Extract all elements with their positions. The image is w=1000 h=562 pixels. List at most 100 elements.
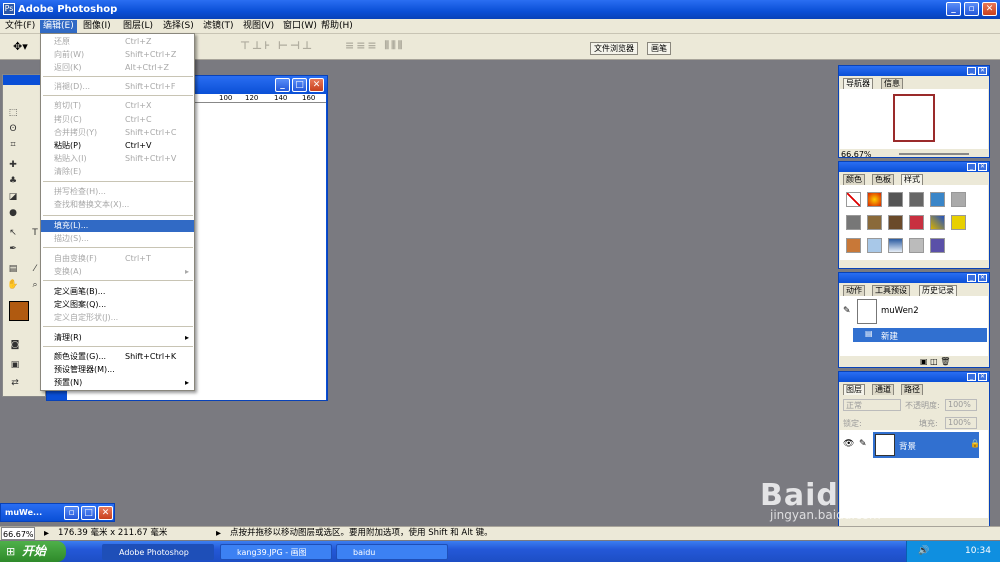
quickmask-icon[interactable]: ◙	[9, 339, 21, 351]
min-doc-close-button[interactable]: ✕	[98, 506, 113, 520]
edit-menu-item[interactable]: 粘贴(P) Ctrl+V	[41, 140, 194, 152]
edit-menu-item[interactable]: 粘贴入(I) Shift+Ctrl+V	[41, 153, 194, 165]
blur-tool-icon[interactable]: ●	[7, 207, 19, 219]
restore-button[interactable]: ▫	[964, 2, 979, 16]
move-tool-icon[interactable]: ✥▾	[13, 40, 28, 53]
tab-file-browser[interactable]: 文件浏览器	[590, 42, 638, 55]
task-baidu[interactable]: baidu	[336, 544, 448, 560]
doc-maximize-button[interactable]: □	[292, 78, 307, 92]
edit-menu-item[interactable]: 拼写检查(H)...	[41, 186, 194, 198]
screen-mode-icon[interactable]: ▣	[9, 359, 21, 371]
tab-layers[interactable]: 图层	[843, 384, 865, 395]
menu-select[interactable]: 选择(S)	[160, 20, 197, 33]
style-swatch[interactable]	[867, 238, 882, 253]
edit-menu-item[interactable]: 变换(A) ▸	[41, 266, 194, 278]
navigator-view-box[interactable]	[893, 94, 935, 142]
doc-minimize-button[interactable]: _	[275, 78, 290, 92]
menu-file[interactable]: 文件(F)	[2, 20, 38, 33]
edit-menu-item[interactable]: 拷贝(C) Ctrl+C	[41, 114, 194, 126]
distribute-buttons[interactable]: ≡≡≡ ⫴⫴⫴	[345, 39, 404, 53]
menu-help[interactable]: 帮助(H)	[318, 20, 356, 33]
tab-brushes[interactable]: 画笔	[647, 42, 671, 55]
style-swatch[interactable]	[867, 192, 882, 207]
tab-info[interactable]: 信息	[881, 78, 903, 89]
tab-styles[interactable]: 样式	[901, 174, 923, 185]
clock[interactable]: 10:34	[965, 546, 991, 556]
style-swatch[interactable]	[867, 215, 882, 230]
panel-close-icon[interactable]: ✕	[978, 67, 987, 75]
eye-icon[interactable]: 👁	[843, 439, 854, 449]
style-swatch[interactable]	[888, 192, 903, 207]
healing-tool-icon[interactable]: ✚	[7, 159, 19, 171]
history-brush-icon[interactable]: ✎	[843, 306, 851, 316]
snapshot-name[interactable]: muWen2	[881, 306, 919, 316]
panel-minimize-icon[interactable]: _	[967, 163, 976, 171]
tray-volume-icon[interactable]: 🔊	[918, 546, 929, 556]
opacity-input[interactable]: 100%	[945, 399, 977, 411]
navigator-zoom-slider[interactable]	[899, 153, 969, 155]
edit-menu-item[interactable]: 消褪(D)... Shift+Ctrl+F	[41, 81, 194, 93]
fill-input[interactable]: 100%	[945, 417, 977, 429]
edit-menu-item[interactable]: 自由变换(F) Ctrl+T	[41, 253, 194, 265]
task-photoshop[interactable]: Adobe Photoshop	[102, 544, 214, 560]
panel-minimize-icon[interactable]: _	[967, 373, 976, 381]
blend-mode-select[interactable]: 正常	[843, 399, 901, 411]
style-swatch[interactable]	[909, 215, 924, 230]
notes-tool-icon[interactable]: ▤	[7, 263, 19, 275]
status-zoom[interactable]: 66.67%	[1, 527, 35, 540]
style-swatch[interactable]	[846, 215, 861, 230]
style-swatch[interactable]	[909, 238, 924, 253]
minimize-button[interactable]: _	[946, 2, 961, 16]
style-swatch[interactable]	[951, 215, 966, 230]
path-select-tool-icon[interactable]: ↖	[7, 227, 19, 239]
style-swatch[interactable]	[846, 238, 861, 253]
edit-menu-item[interactable]: 描边(S)...	[41, 233, 194, 245]
style-swatch[interactable]	[930, 192, 945, 207]
hand-tool-icon[interactable]: ✋	[7, 279, 19, 291]
jump-to-imageready-icon[interactable]: ⇄	[9, 377, 21, 389]
style-swatch[interactable]	[951, 192, 966, 207]
edit-menu-item[interactable]: 定义画笔(B)...	[41, 286, 194, 298]
eraser-tool-icon[interactable]: ◪	[7, 191, 19, 203]
align-buttons[interactable]: ⊤⊥⊦ ⊢⊣⊥	[240, 39, 314, 52]
marquee-tool-icon[interactable]: ⬚	[7, 107, 19, 119]
edit-menu-item[interactable]: 返回(K) Alt+Ctrl+Z	[41, 62, 194, 74]
edit-menu-item[interactable]: 清理(R) ▸	[41, 332, 194, 344]
edit-menu-item[interactable]: 清除(E)	[41, 166, 194, 178]
style-swatch[interactable]	[930, 215, 945, 230]
menu-layer[interactable]: 图层(L)	[120, 20, 156, 33]
stamp-tool-icon[interactable]: ♣	[7, 175, 19, 187]
close-button[interactable]: ✕	[982, 2, 997, 16]
edit-menu-item[interactable]: 向前(W) Shift+Ctrl+Z	[41, 49, 194, 61]
pen-tool-icon[interactable]: ✒	[7, 243, 19, 255]
edit-menu-item[interactable]: 定义图案(Q)...	[41, 299, 194, 311]
style-swatch[interactable]	[888, 238, 903, 253]
tab-tool-presets[interactable]: 工具预设	[872, 285, 910, 296]
brush-link-icon[interactable]: ✎	[859, 439, 867, 449]
edit-menu-item[interactable]: 填充(L)...	[41, 220, 194, 232]
edit-menu-item[interactable]: 查找和替换文本(X)...	[41, 199, 194, 211]
panel-minimize-icon[interactable]: _	[967, 67, 976, 75]
layer-name[interactable]: 背景	[899, 440, 916, 452]
min-doc-maximize-button[interactable]: □	[81, 506, 96, 520]
edit-menu-item[interactable]: 颜色设置(G)... Shift+Ctrl+K	[41, 351, 194, 363]
crop-tool-icon[interactable]: ⌗	[7, 139, 19, 151]
tab-history[interactable]: 历史记录	[919, 285, 957, 296]
task-paint[interactable]: kang39.JPG - 画图	[220, 544, 332, 560]
minimized-document[interactable]: muWe... ▫ □ ✕	[0, 503, 115, 522]
panel-close-icon[interactable]: ✕	[978, 163, 987, 171]
menu-filter[interactable]: 滤镜(T)	[200, 20, 237, 33]
edit-menu-item[interactable]: 定义自定形状(J)...	[41, 312, 194, 324]
style-swatch[interactable]	[846, 192, 861, 207]
edit-menu-item[interactable]: 剪切(T) Ctrl+X	[41, 100, 194, 112]
style-swatch[interactable]	[909, 192, 924, 207]
style-swatch[interactable]	[930, 238, 945, 253]
foreground-color[interactable]	[9, 301, 29, 321]
lasso-tool-icon[interactable]: ʘ	[7, 123, 19, 135]
navigator-zoom[interactable]: 66.67%	[841, 150, 872, 159]
style-swatch[interactable]	[888, 215, 903, 230]
menu-edit[interactable]: 编辑(E)	[40, 20, 77, 33]
min-doc-restore-button[interactable]: ▫	[64, 506, 79, 520]
doc-close-button[interactable]: ✕	[309, 78, 324, 92]
doc-info-arrow-icon[interactable]: ▸	[44, 527, 49, 540]
